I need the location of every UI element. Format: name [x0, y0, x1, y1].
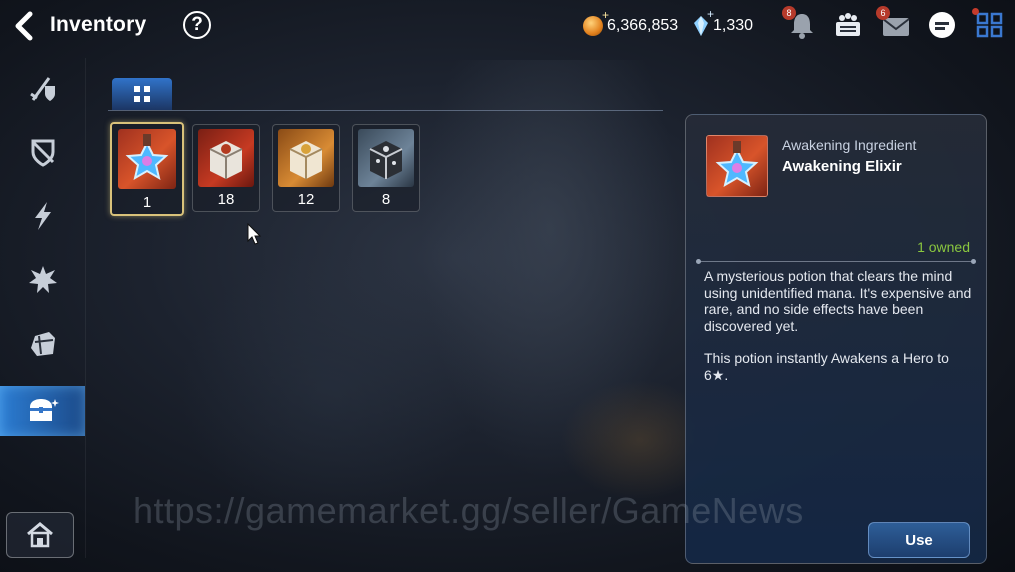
mouse-cursor-icon [247, 223, 262, 245]
crystal-currency[interactable]: 1,330 [694, 7, 754, 38]
home-button[interactable] [6, 512, 74, 558]
notification-badge: 8 [782, 6, 796, 20]
guild-icon[interactable] [832, 10, 864, 40]
item-slot-red-box[interactable]: 18 [192, 124, 260, 212]
sidebar-divider [85, 58, 86, 558]
gold-coin-icon [583, 8, 609, 36]
panel-divider [696, 259, 976, 264]
item-category: Awakening Ingredient [782, 137, 917, 153]
grid-icon [134, 86, 150, 102]
page-title: Inventory [50, 13, 147, 36]
catalyst-icon [28, 266, 57, 293]
material-icon [30, 332, 55, 356]
dark-box-icon [358, 129, 414, 187]
sidebar-item-equipment[interactable] [0, 63, 85, 113]
mail-badge: 6 [876, 6, 890, 20]
weapon-armor-icon [29, 77, 55, 101]
crystal-icon [694, 7, 714, 36]
back-arrow-icon[interactable] [10, 10, 40, 42]
crystal-value: 1,330 [713, 17, 754, 34]
item-slot-awakening-elixir[interactable]: 1 [110, 122, 184, 216]
item-quantity: 1 [142, 194, 152, 211]
item-slot-dark-box[interactable]: 8 [352, 124, 420, 212]
chest-icon [29, 399, 59, 421]
home-icon [27, 522, 53, 548]
owned-count: 1 owned [917, 239, 970, 255]
sidebar-item-accessory[interactable] [0, 127, 85, 177]
item-name: Awakening Elixir [782, 158, 902, 175]
tab-underline [108, 110, 663, 111]
gold-box-icon [278, 129, 334, 187]
accessory-icon [31, 139, 54, 167]
item-slot-gold-box[interactable]: 12 [272, 124, 340, 212]
gold-value: 6,366,853 [607, 17, 679, 34]
sidebar [0, 58, 85, 572]
chat-icon[interactable] [926, 10, 958, 40]
menu-alert-dot [972, 8, 979, 15]
artifact-icon [34, 202, 51, 230]
description-paragraph: A mysterious potion that clears the mind… [704, 268, 972, 334]
sidebar-item-chest[interactable] [0, 386, 85, 436]
watermark: https://gamemarket.gg/seller/GameNews [133, 490, 804, 531]
item-quantity: 8 [381, 191, 391, 208]
item-quantity: 12 [297, 191, 315, 208]
menu-grid-icon[interactable] [972, 8, 1006, 40]
awakening-elixir-icon [118, 129, 176, 189]
red-box-icon [198, 129, 254, 187]
awakening-elixir-icon [706, 135, 768, 197]
top-bar: Inventory ? 6,366,853 1,330 8 6 [0, 0, 1015, 52]
sidebar-item-catalyst[interactable] [0, 255, 85, 305]
item-description: A mysterious potion that clears the mind… [704, 268, 974, 399]
notification-bell-icon[interactable]: 8 [782, 6, 818, 40]
item-quantity: 18 [217, 191, 235, 208]
sidebar-item-material[interactable] [0, 319, 85, 369]
gold-currency[interactable]: 6,366,853 [583, 8, 679, 38]
use-button[interactable]: Use [868, 522, 970, 558]
tab-all-items[interactable] [112, 78, 172, 110]
mail-icon[interactable]: 6 [876, 6, 912, 40]
description-paragraph: This potion instantly Awakens a Hero to … [704, 350, 949, 383]
sidebar-item-artifact[interactable] [0, 191, 85, 241]
help-icon[interactable]: ? [183, 11, 211, 39]
